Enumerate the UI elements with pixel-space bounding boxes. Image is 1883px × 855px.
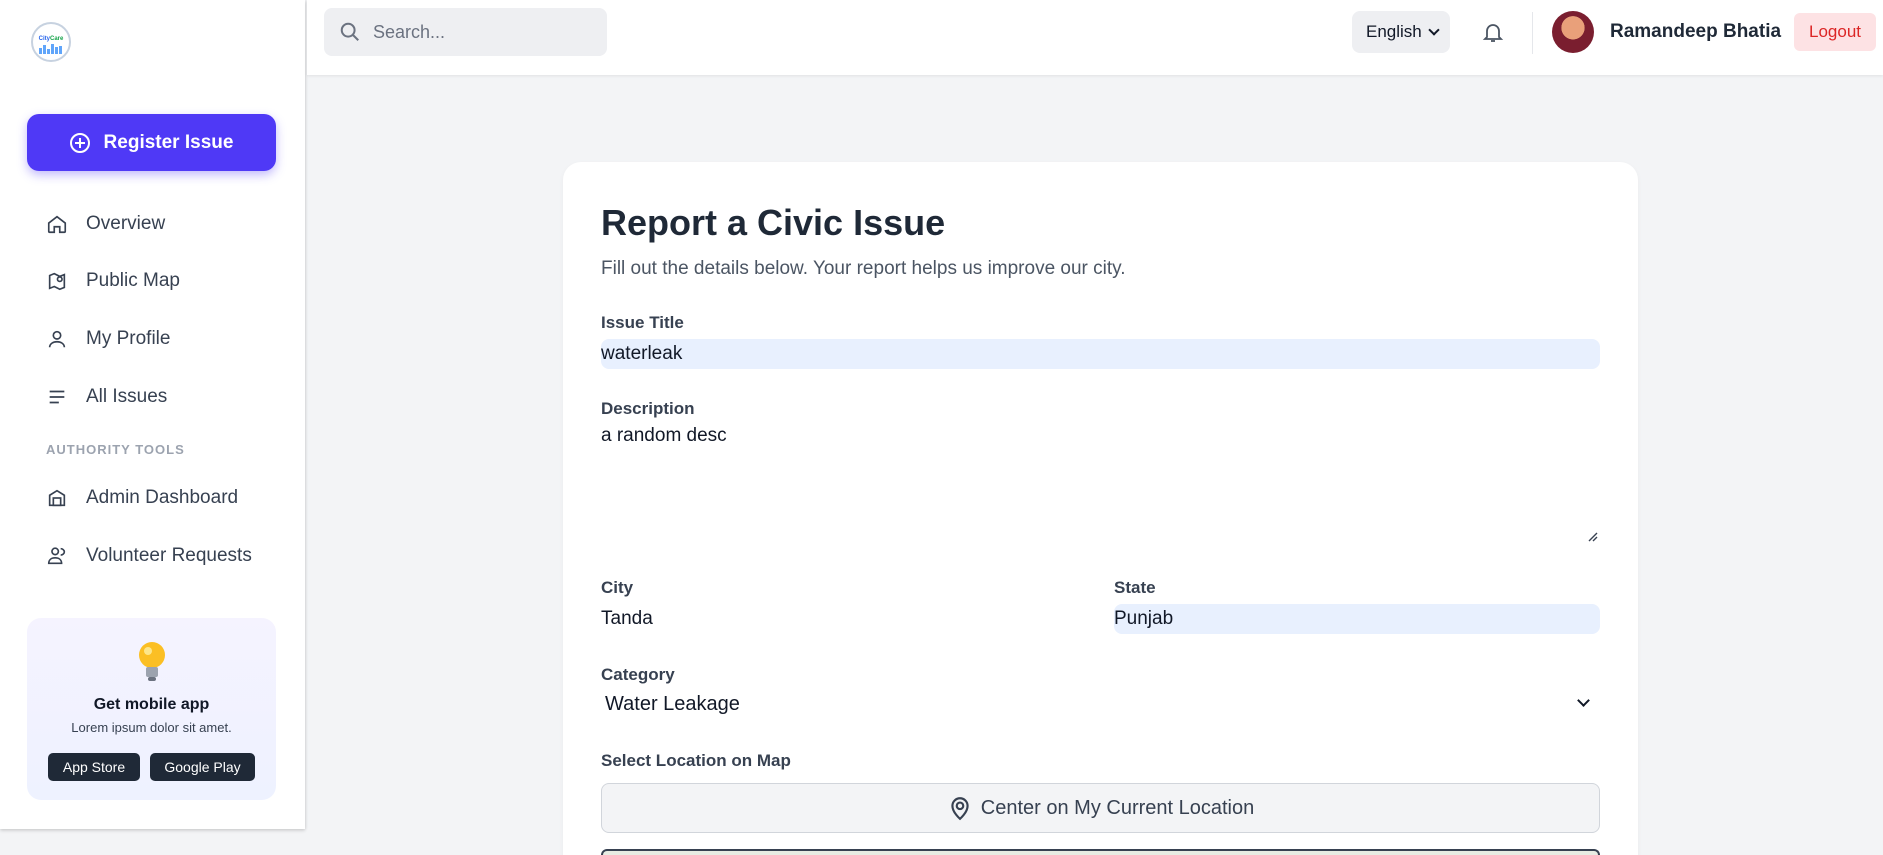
language-value: English bbox=[1366, 22, 1422, 41]
bell-icon bbox=[1482, 24, 1504, 42]
chevron-down-icon bbox=[1428, 24, 1440, 36]
sidebar-item-overview[interactable]: Overview bbox=[46, 213, 165, 235]
category-select[interactable]: Water Leakage bbox=[601, 687, 1600, 721]
search-icon bbox=[340, 22, 359, 41]
sidebar-item-label: Volunteer Requests bbox=[86, 545, 252, 566]
citycare-logo[interactable]: CityCare bbox=[31, 22, 71, 62]
authority-tools-heading: AUTHORITY TOOLS bbox=[46, 442, 185, 457]
language-select[interactable]: English bbox=[1352, 11, 1450, 53]
search-box[interactable] bbox=[324, 8, 607, 56]
description-label: Description bbox=[601, 399, 695, 418]
plus-circle-icon bbox=[69, 132, 90, 153]
sidebar-item-label: My Profile bbox=[86, 328, 171, 349]
category-value: Water Leakage bbox=[605, 692, 740, 715]
promo-subtitle: Lorem ipsum dolor sit amet. bbox=[71, 720, 232, 735]
sidebar: CityCare Register Issue Overview Public … bbox=[0, 0, 305, 829]
city-label: City bbox=[601, 578, 634, 597]
sidebar-item-label: All Issues bbox=[86, 386, 168, 407]
map-icon bbox=[48, 272, 66, 291]
dashboard-icon bbox=[48, 489, 66, 507]
notifications-button[interactable] bbox=[1481, 20, 1505, 44]
state-input[interactable] bbox=[1114, 604, 1600, 634]
report-issue-card: Report a Civic Issue Fill out the detail… bbox=[563, 162, 1638, 855]
sidebar-item-public-map[interactable]: Public Map bbox=[46, 270, 180, 292]
search-input[interactable] bbox=[373, 21, 593, 43]
state-label: State bbox=[1114, 578, 1156, 597]
page-title: Report a Civic Issue bbox=[601, 202, 946, 243]
page-subtitle: Fill out the details below. Your report … bbox=[601, 258, 1126, 279]
category-label: Category bbox=[601, 665, 675, 684]
location-map[interactable] bbox=[601, 849, 1600, 855]
chevron-down-icon bbox=[1577, 694, 1590, 707]
center-location-button[interactable]: Center on My Current Location bbox=[601, 783, 1600, 833]
description-textarea[interactable]: a random desc bbox=[601, 420, 1600, 544]
register-issue-button[interactable]: Register Issue bbox=[27, 114, 276, 171]
location-label: Select Location on Map bbox=[601, 751, 791, 770]
city-input[interactable] bbox=[601, 604, 1085, 634]
issue-title-input[interactable] bbox=[601, 339, 1600, 369]
user-icon bbox=[48, 330, 66, 348]
resize-handle-icon[interactable] bbox=[1586, 530, 1598, 542]
list-icon bbox=[49, 390, 65, 404]
issue-title-label: Issue Title bbox=[601, 313, 684, 332]
top-bar: English Ramandeep Bhatia Logout bbox=[307, 0, 1883, 75]
lightbulb-icon bbox=[138, 642, 165, 681]
avatar[interactable] bbox=[1552, 11, 1594, 53]
sidebar-item-all-issues[interactable]: All Issues bbox=[46, 386, 167, 408]
sidebar-item-label: Overview bbox=[86, 213, 166, 234]
sidebar-item-volunteer-requests[interactable]: Volunteer Requests bbox=[46, 545, 252, 567]
home-icon bbox=[47, 215, 67, 234]
user-name: Ramandeep Bhatia bbox=[1610, 21, 1782, 42]
sidebar-item-my-profile[interactable]: My Profile bbox=[46, 328, 170, 350]
description-value: a random desc bbox=[601, 425, 727, 446]
location-target-icon bbox=[951, 797, 969, 821]
sidebar-item-label: Admin Dashboard bbox=[86, 487, 239, 508]
logout-button[interactable]: Logout bbox=[1794, 13, 1876, 51]
header-divider bbox=[1532, 12, 1533, 54]
sidebar-item-admin-dashboard[interactable]: Admin Dashboard bbox=[46, 487, 238, 509]
mobile-app-promo: Get mobile app Lorem ipsum dolor sit ame… bbox=[27, 618, 276, 800]
sidebar-item-label: Public Map bbox=[86, 270, 180, 291]
promo-title: Get mobile app bbox=[93, 696, 210, 713]
register-issue-label: Register Issue bbox=[103, 131, 234, 153]
app-store-button[interactable]: App Store bbox=[48, 753, 140, 781]
google-play-button[interactable]: Google Play bbox=[150, 753, 255, 781]
center-location-label: Center on My Current Location bbox=[980, 796, 1255, 819]
volunteer-icon bbox=[47, 547, 66, 565]
